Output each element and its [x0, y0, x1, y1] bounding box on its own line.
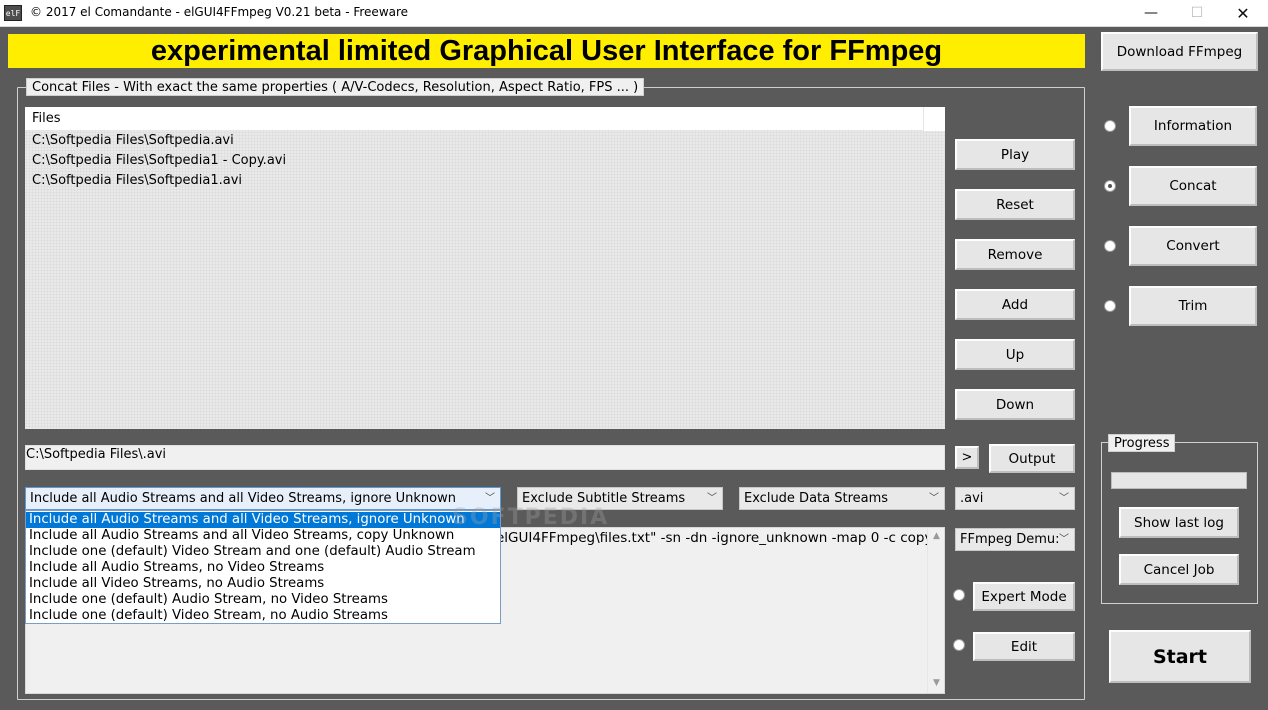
output-button[interactable]: Output	[989, 444, 1075, 473]
convert-radio[interactable]	[1104, 240, 1116, 252]
file-list-header-spacer	[923, 107, 945, 131]
dropdown-option[interactable]: Include all Audio Streams and all Video …	[26, 528, 500, 544]
close-button[interactable]: ✕	[1220, 0, 1266, 27]
list-item[interactable]: C:\Softpedia Files\Softpedia1.avi	[32, 171, 242, 191]
play-button[interactable]: Play	[955, 139, 1075, 170]
app-icon: elF	[4, 5, 22, 21]
dropdown-option[interactable]: Include one (default) Video Stream and o…	[26, 544, 500, 560]
scroll-up-icon[interactable]: ▲	[928, 531, 945, 541]
title-bar: elF © 2017 el Comandante - elGUI4FFmpeg …	[0, 0, 1268, 27]
information-button[interactable]: Information	[1129, 106, 1257, 146]
edit-button[interactable]: Edit	[973, 632, 1075, 661]
concat-radio[interactable]	[1104, 180, 1116, 192]
list-item[interactable]: C:\Softpedia Files\Softpedia.avi	[32, 131, 234, 151]
expert-mode-button[interactable]: Expert Mode	[973, 582, 1075, 611]
stream-select-dropdown[interactable]: Include all Audio Streams and all Video …	[25, 510, 501, 624]
dropdown-option[interactable]: Include one (default) Audio Stream, no V…	[26, 592, 500, 608]
show-last-log-button[interactable]: Show last log	[1119, 507, 1239, 538]
chevron-down-icon: ﹀	[929, 493, 939, 504]
expert-mode-radio[interactable]	[953, 589, 965, 601]
data-streams-select-value: Exclude Data Streams	[744, 491, 889, 506]
chevron-down-icon: ﹀	[707, 493, 717, 504]
add-button[interactable]: Add	[955, 289, 1075, 320]
data-streams-select[interactable]: Exclude Data Streams ﹀	[739, 487, 945, 510]
scroll-down-icon[interactable]: ▼	[928, 678, 945, 688]
extension-select[interactable]: .avi ﹀	[955, 487, 1075, 510]
stream-select[interactable]: Include all Audio Streams and all Video …	[25, 487, 501, 510]
dropdown-option[interactable]: Include all Audio Streams, no Video Stre…	[26, 560, 500, 576]
progress-legend: Progress	[1108, 434, 1176, 452]
start-button[interactable]: Start	[1109, 630, 1251, 683]
chevron-down-icon: ﹀	[1059, 493, 1069, 504]
edit-radio[interactable]	[953, 639, 965, 651]
download-ffmpeg-button[interactable]: Download FFmpeg	[1101, 32, 1258, 71]
convert-button[interactable]: Convert	[1129, 226, 1257, 266]
down-button[interactable]: Down	[955, 389, 1075, 420]
subtitle-select-value: Exclude Subtitle Streams	[522, 491, 686, 506]
header-banner: experimental limited Graphical User Inte…	[8, 34, 1085, 68]
dropdown-option[interactable]: Include all Video Streams, no Audio Stre…	[26, 576, 500, 592]
trim-button[interactable]: Trim	[1129, 286, 1257, 326]
minimize-button[interactable]: —	[1128, 0, 1174, 27]
dropdown-option[interactable]: Include all Audio Streams and all Video …	[26, 512, 500, 528]
dropdown-option[interactable]: Include one (default) Video Stream, no A…	[26, 608, 500, 624]
cancel-job-button[interactable]: Cancel Job	[1119, 554, 1239, 585]
list-item[interactable]: C:\Softpedia Files\Softpedia1 - Copy.avi	[32, 151, 286, 171]
remove-button[interactable]: Remove	[955, 239, 1075, 270]
file-list[interactable]: Files C:\Softpedia Files\Softpedia.avi C…	[25, 107, 945, 429]
file-list-header[interactable]: Files	[25, 107, 923, 131]
concat-button[interactable]: Concat	[1129, 166, 1257, 206]
output-path-field[interactable]: C:\Softpedia Files\.avi	[25, 445, 945, 470]
demuxer-select[interactable]: FFmpeg Demu: ﹀	[955, 528, 1075, 551]
progress-bar	[1111, 472, 1247, 489]
window-title: © 2017 el Comandante - elGUI4FFmpeg V0.2…	[30, 5, 409, 19]
chevron-down-icon: ﹀	[1059, 534, 1069, 545]
command-text: elGUI4FFmpeg\files.txt" -sn -dn -ignore_…	[496, 530, 933, 546]
extension-select-value: .avi	[960, 491, 984, 506]
up-button[interactable]: Up	[955, 339, 1075, 370]
maximize-button[interactable]: ☐	[1174, 0, 1220, 27]
stream-select-value: Include all Audio Streams and all Video …	[30, 491, 456, 506]
concat-group-legend: Concat Files - With exact the same prope…	[26, 78, 645, 96]
reset-button[interactable]: Reset	[955, 189, 1075, 220]
information-radio[interactable]	[1104, 120, 1116, 132]
watermark: SOFTPEDIA	[452, 505, 610, 530]
demuxer-select-value: FFmpeg Demu:	[960, 532, 1060, 547]
browse-output-button[interactable]: >	[955, 446, 979, 469]
trim-radio[interactable]	[1104, 300, 1116, 312]
command-scrollbar[interactable]: ▲ ▼	[927, 528, 944, 693]
